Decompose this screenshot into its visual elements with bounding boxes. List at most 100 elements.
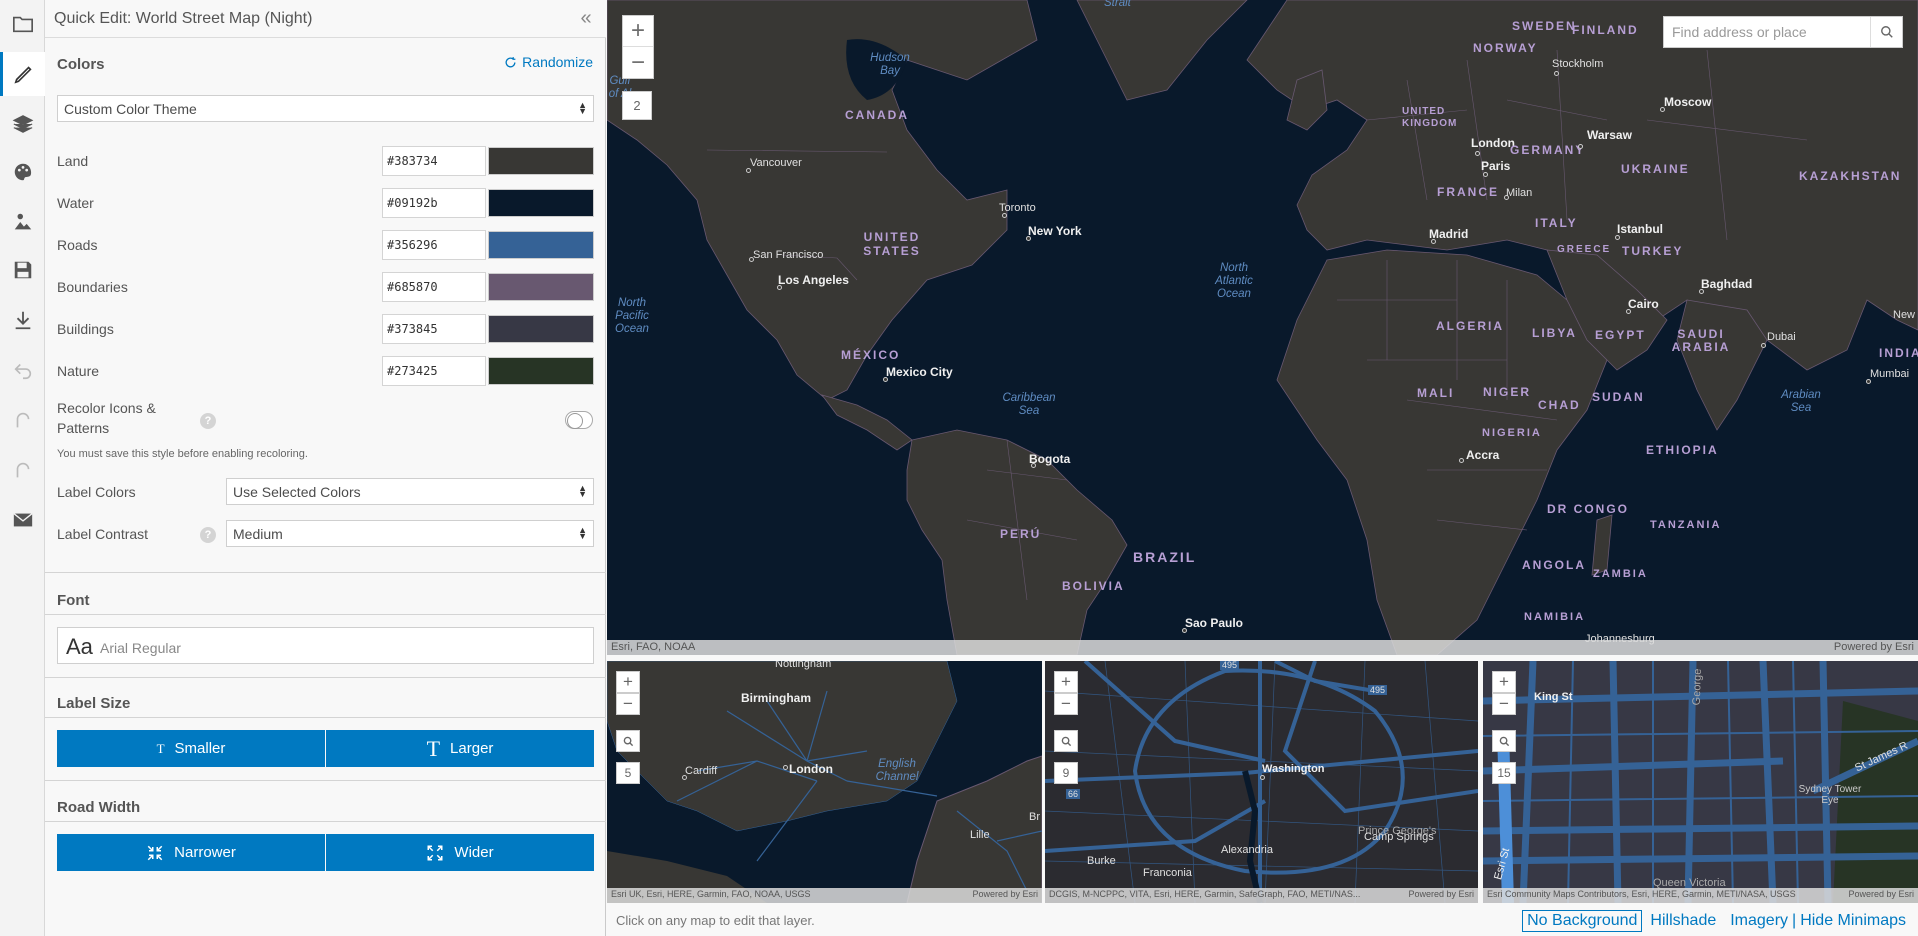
label-colors-select[interactable]: Use Selected Colors ▲ ▼ bbox=[226, 478, 594, 505]
minimap-label-franconia: Franconia bbox=[1143, 867, 1192, 879]
city-dot bbox=[1761, 343, 1766, 348]
help-icon[interactable]: ? bbox=[200, 527, 216, 543]
label-contrast-select[interactable]: Medium ▲ ▼ bbox=[226, 520, 594, 547]
zoom-out-button[interactable]: − bbox=[1492, 693, 1516, 715]
color-swatch[interactable] bbox=[488, 189, 594, 217]
search-icon[interactable] bbox=[616, 730, 640, 752]
map-label-cairo: Cairo bbox=[1628, 297, 1659, 311]
map-label-united-states: UNITED STATES bbox=[863, 230, 921, 258]
help-icon[interactable]: ? bbox=[200, 413, 216, 429]
redo-icon[interactable] bbox=[0, 398, 45, 442]
hex-input[interactable]: #383734 bbox=[382, 146, 486, 176]
smaller-button[interactable]: T Smaller bbox=[57, 730, 325, 767]
minimap-zoom-controls: + − bbox=[1054, 671, 1078, 715]
road-width-section-title: Road Width bbox=[57, 799, 141, 816]
minimap-washington[interactable]: 495 495 66 Washington Alexandria Burke F… bbox=[1045, 661, 1478, 903]
main-map[interactable]: Strait Hudson Bay Gulf of Al CANADA Vanc… bbox=[607, 0, 1918, 655]
color-swatch[interactable] bbox=[488, 357, 594, 385]
hide-minimaps-link[interactable]: Hide Minimaps bbox=[1800, 912, 1906, 930]
minimap-attribution-bar: Esri Community Maps Contributors, Esri, … bbox=[1483, 888, 1918, 903]
label-colors-label: Label Colors bbox=[57, 484, 136, 500]
divider bbox=[45, 717, 606, 718]
powered-by[interactable]: Powered by Esri bbox=[1834, 641, 1914, 653]
map-label-algeria: ALGERIA bbox=[1436, 319, 1504, 333]
hillshade-link[interactable]: Hillshade bbox=[1650, 912, 1716, 930]
minimap-label-lille: Lille bbox=[970, 829, 990, 841]
zoom-out-button[interactable]: − bbox=[623, 47, 653, 78]
imagery-link[interactable]: Imagery bbox=[1730, 912, 1788, 930]
hex-input[interactable]: #09192b bbox=[382, 188, 486, 218]
main-attribution-bar: Esri, FAO, NOAA Powered by Esri bbox=[607, 640, 1918, 655]
powered-by[interactable]: Powered by Esri bbox=[1408, 889, 1474, 899]
footer-hint: Click on any map to edit that layer. bbox=[616, 913, 815, 928]
zoom-out-button[interactable]: − bbox=[616, 693, 640, 715]
refresh-icon bbox=[505, 56, 516, 67]
minimap-label-br: Br bbox=[1029, 811, 1040, 823]
layers-icon[interactable] bbox=[0, 102, 45, 146]
no-background-link[interactable]: No Background bbox=[1522, 910, 1643, 932]
map-label-greece: GREECE bbox=[1557, 244, 1612, 255]
zoom-in-button[interactable]: + bbox=[1492, 671, 1516, 693]
minimap-uk[interactable]: Nottingham Birmingham London Cardiff Eng… bbox=[607, 661, 1042, 903]
zoom-in-button[interactable]: + bbox=[616, 671, 640, 693]
minimap-label-london: London bbox=[789, 762, 833, 776]
color-swatch[interactable] bbox=[488, 273, 594, 301]
save-icon[interactable] bbox=[0, 248, 45, 292]
search-icon[interactable] bbox=[1492, 730, 1516, 752]
font-picker[interactable]: Aa Arial Regular bbox=[57, 627, 594, 664]
double-chevron-left-icon[interactable]: « bbox=[576, 8, 596, 29]
text-large-icon: T bbox=[426, 735, 441, 761]
map-label-stockholm: Stockholm bbox=[1552, 58, 1604, 70]
minimap-uk-land bbox=[607, 661, 1042, 903]
recolor-toggle[interactable] bbox=[565, 411, 593, 429]
city-dot bbox=[1554, 71, 1559, 76]
color-theme-select[interactable]: Custom Color Theme ▲ ▼ bbox=[57, 95, 594, 122]
minimap-label-cardiff: Cardiff bbox=[685, 765, 718, 777]
larger-button[interactable]: T Larger bbox=[326, 730, 594, 767]
randomize-button[interactable]: Randomize bbox=[504, 54, 593, 70]
map-label-sudan: SUDAN bbox=[1592, 390, 1645, 404]
zoom-out-button[interactable]: − bbox=[1054, 693, 1078, 715]
search-icon[interactable] bbox=[1054, 730, 1078, 752]
map-label-vancouver: Vancouver bbox=[750, 157, 802, 169]
zoom-in-button[interactable]: + bbox=[1054, 671, 1078, 693]
powered-by[interactable]: Powered by Esri bbox=[1848, 889, 1914, 899]
panel-title: Quick Edit: World Street Map (Night) bbox=[54, 10, 313, 27]
undo-icon[interactable] bbox=[0, 348, 45, 392]
narrower-button[interactable]: Narrower bbox=[57, 834, 325, 871]
map-label-north-atlantic: North Atlantic Ocean bbox=[1215, 262, 1253, 300]
palette-icon[interactable] bbox=[0, 150, 45, 194]
search-icon[interactable] bbox=[1870, 17, 1902, 47]
download-icon[interactable] bbox=[0, 298, 45, 342]
color-label: Buildings bbox=[57, 321, 114, 337]
minimap-label-nottingham: Nottingham bbox=[775, 661, 832, 670]
map-label-angola: ANGOLA bbox=[1522, 558, 1586, 572]
hex-input[interactable]: #373845 bbox=[382, 314, 486, 344]
wider-button[interactable]: Wider bbox=[326, 834, 594, 871]
color-swatch[interactable] bbox=[488, 315, 594, 343]
folder-icon[interactable] bbox=[0, 2, 45, 46]
powered-by[interactable]: Powered by Esri bbox=[972, 889, 1038, 899]
hex-input[interactable]: #356296 bbox=[382, 230, 486, 260]
zoom-in-button[interactable]: + bbox=[623, 16, 653, 47]
city-dot bbox=[1260, 775, 1265, 780]
map-label-north-pacific: North Pacific Ocean bbox=[615, 297, 649, 335]
map-label-canada: CANADA bbox=[845, 108, 909, 122]
map-label-dr-congo: DR CONGO bbox=[1547, 502, 1629, 516]
divider bbox=[45, 614, 606, 615]
map-label-uk: UNITED KINGDOM bbox=[1402, 106, 1458, 129]
map-label-new-york: New York bbox=[1028, 224, 1082, 238]
color-swatch[interactable] bbox=[488, 147, 594, 175]
hex-input[interactable]: #273425 bbox=[382, 356, 486, 386]
email-icon[interactable] bbox=[0, 498, 45, 542]
zoom-level-indicator: 5 bbox=[616, 762, 640, 784]
hex-input[interactable]: #685870 bbox=[382, 272, 486, 302]
redo-alt-icon[interactable] bbox=[0, 448, 45, 492]
color-row-nature: Nature #273425 bbox=[57, 356, 594, 386]
search-input[interactable] bbox=[1664, 17, 1870, 47]
map-label-libya: LIBYA bbox=[1532, 326, 1577, 340]
color-swatch[interactable] bbox=[488, 231, 594, 259]
pencil-icon[interactable] bbox=[0, 52, 45, 96]
image-edit-icon[interactable] bbox=[0, 200, 45, 244]
minimap-sydney[interactable]: King St St James R Sydney Tower Eye Quee… bbox=[1483, 661, 1918, 903]
